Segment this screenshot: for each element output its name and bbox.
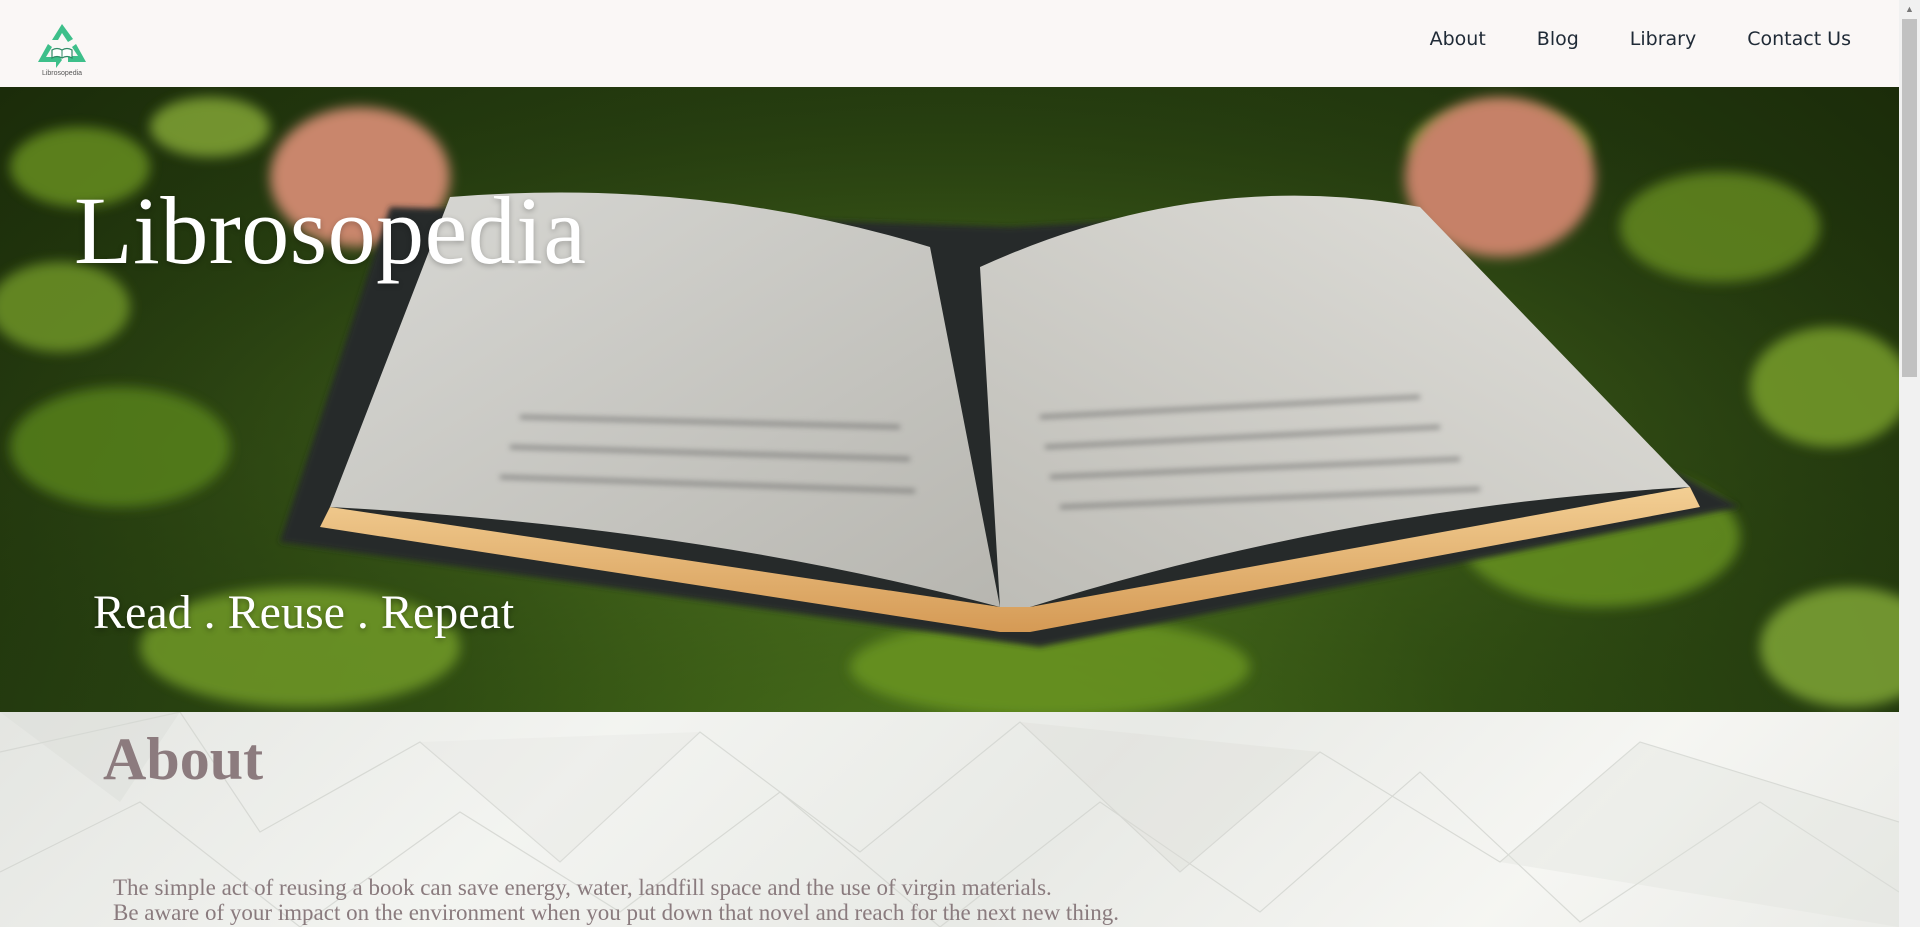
about-heading: About (103, 726, 264, 792)
nav-contact-link[interactable]: Contact Us (1747, 28, 1851, 50)
page: Librosopedia About Blog Library Contact … (0, 0, 1899, 927)
vertical-scrollbar[interactable]: ▲ (1899, 0, 1920, 927)
logo[interactable]: Librosopedia (32, 20, 92, 82)
scroll-thumb[interactable] (1902, 19, 1917, 377)
recycle-book-icon (38, 24, 86, 68)
about-text: The simple act of reusing a book can sav… (113, 875, 1119, 925)
about-line-2: Be aware of your impact on the environme… (113, 900, 1119, 925)
hero-title: Librosopedia (74, 177, 587, 284)
nav-library-link[interactable]: Library (1630, 28, 1696, 50)
nav-about-link[interactable]: About (1430, 28, 1486, 50)
scroll-up-arrow-icon[interactable]: ▲ (1899, 0, 1920, 17)
about-line-1: The simple act of reusing a book can sav… (113, 875, 1052, 900)
logo-caption: Librosopedia (41, 70, 83, 77)
hero-banner: Librosopedia Read . Reuse . Repeat (0, 87, 1899, 712)
hero-tagline: Read . Reuse . Repeat (93, 586, 515, 639)
nav-blog-link[interactable]: Blog (1537, 28, 1579, 50)
navbar: Librosopedia About Blog Library Contact … (0, 0, 1899, 87)
main-nav: About Blog Library Contact Us (1430, 28, 1851, 50)
about-section: About The simple act of reusing a book c… (0, 712, 1899, 927)
